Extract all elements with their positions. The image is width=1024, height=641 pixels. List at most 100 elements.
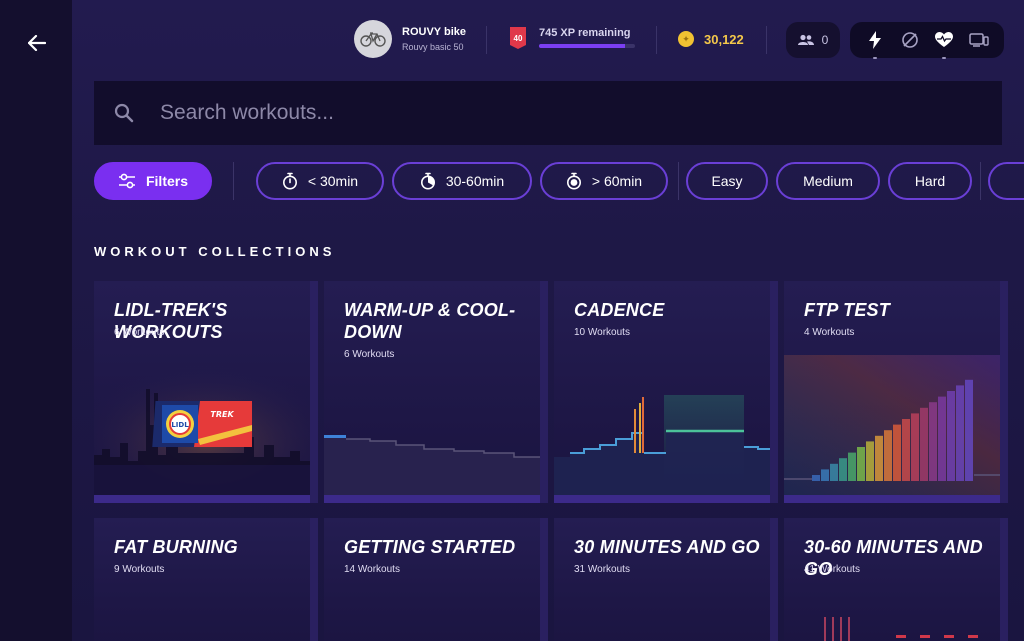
collection-card-ftp-test[interactable]: FTP TEST 4 Workouts — [784, 281, 1008, 503]
collection-card-cadence[interactable]: CADENCE 10 Workouts — [554, 281, 778, 503]
ramp-bar — [866, 441, 874, 481]
ftp-ramp-art — [784, 355, 1008, 495]
workout-profile-art — [554, 395, 772, 495]
divider — [233, 162, 234, 200]
stopwatch-icon — [566, 172, 581, 190]
filters-label: Filters — [145, 173, 188, 189]
ramp-bar — [920, 407, 928, 481]
collection-count: 6 Workouts — [344, 349, 395, 360]
collection-title: 30 MINUTES AND GO — [574, 537, 760, 557]
filter-label: < 30min — [307, 173, 359, 189]
city-skyline-art: LIDL TREK — [94, 365, 318, 495]
top-bar: ROUVY bike Rouvy basic 50 40 745 XP rema… — [72, 20, 1024, 60]
ramp-bar — [956, 385, 964, 481]
collection-card-fat-burning[interactable]: FAT BURNING 9 Workouts — [94, 518, 318, 641]
sidebar — [0, 0, 72, 641]
bike-icon — [360, 32, 386, 47]
cadence-icon — [901, 32, 918, 48]
xp-remaining: 745 XP remaining — [539, 27, 631, 39]
sliders-icon — [118, 173, 135, 189]
coins-balance[interactable]: ✦ 30,122 — [678, 31, 744, 47]
trainer-icon — [969, 33, 989, 47]
sensor-power[interactable] — [864, 29, 886, 59]
ramp-bar — [965, 379, 973, 481]
friends-count: 0 — [821, 33, 829, 47]
collection-card-lidl-trek[interactable]: LIDL-TREK'S WORKOUTS 6 Workouts LIDL TRE… — [94, 281, 318, 503]
avatar — [354, 20, 392, 58]
filter-hard[interactable]: Hard — [888, 162, 972, 200]
level-progress[interactable]: 40 745 XP remaining — [510, 27, 635, 49]
collection-count: 6 Workouts — [114, 327, 165, 338]
ramp-bar — [902, 419, 910, 481]
ramp-bar — [875, 435, 883, 481]
ramp-bar — [947, 391, 955, 481]
stopwatch-icon — [420, 172, 435, 190]
ramp-bar — [812, 475, 820, 481]
collection-title: WARM-UP & COOL-DOWN — [344, 300, 516, 342]
filter-label: 30-60min — [445, 173, 505, 189]
filter-label: Hard — [914, 173, 946, 189]
collection-count: 31 Workouts — [574, 564, 630, 575]
divider — [766, 26, 767, 54]
filter-over-60min[interactable]: > 60min — [540, 162, 668, 200]
ramp-bar — [911, 413, 919, 481]
stopwatch-icon — [282, 172, 297, 190]
collection-card-warm-up[interactable]: WARM-UP & COOL-DOWN 6 Workouts — [324, 281, 548, 503]
collection-count: 4 Workouts — [804, 327, 855, 338]
collection-title: FAT BURNING — [114, 537, 238, 557]
collection-title: CADENCE — [574, 300, 665, 320]
filter-more[interactable] — [988, 162, 1024, 200]
filter-30-60min[interactable]: 30-60min — [392, 162, 532, 200]
xp-progress-bar — [539, 44, 635, 48]
collection-card-getting-started[interactable]: GETTING STARTED 14 Workouts — [324, 518, 548, 641]
section-title: WORKOUT COLLECTIONS — [94, 244, 336, 259]
search-input[interactable] — [160, 101, 940, 125]
filter-label: Easy — [711, 173, 743, 189]
divider — [656, 26, 657, 54]
filter-label: Medium — [803, 173, 853, 189]
users-icon — [797, 34, 814, 45]
collection-card-30-minutes[interactable]: 30 MINUTES AND GO 31 Workouts — [554, 518, 778, 641]
ramp-bar — [938, 396, 946, 481]
sensor-heart-rate[interactable] — [933, 29, 955, 59]
search-bar — [94, 81, 1002, 145]
collection-card-30-60-minutes[interactable]: 30-60 MINUTES AND GO 41 Workouts — [784, 518, 1008, 641]
level-badge: 40 — [510, 27, 526, 49]
filter-under-30min[interactable]: < 30min — [256, 162, 384, 200]
filter-medium[interactable]: Medium — [776, 162, 880, 200]
coin-amount: 30,122 — [704, 31, 744, 47]
divider — [678, 162, 679, 200]
workout-profile-art — [324, 435, 542, 495]
lidl-trek-logo: LIDL TREK — [152, 401, 252, 447]
ramp-bar — [893, 424, 901, 481]
divider — [486, 26, 487, 54]
svg-text:TREK: TREK — [210, 410, 234, 419]
divider — [980, 162, 981, 200]
ramp-bar — [884, 430, 892, 481]
collection-count: 41 Workouts — [804, 564, 860, 575]
ramp-bar — [848, 452, 856, 481]
ramp-bar — [830, 463, 838, 481]
ramp-bar — [839, 458, 847, 481]
collection-count: 14 Workouts — [344, 564, 400, 575]
back-button[interactable] — [24, 30, 50, 56]
filter-bar: Filters < 30min 30-60min > 60min Easy Me… — [94, 162, 1024, 200]
profile-button[interactable]: ROUVY bike Rouvy basic 50 — [354, 20, 466, 58]
xp-progress-fill — [539, 44, 626, 48]
profile-name: ROUVY bike — [402, 26, 466, 38]
friends-button[interactable]: 0 — [786, 22, 840, 58]
sensor-trainer[interactable] — [968, 29, 990, 51]
power-icon — [869, 31, 882, 49]
search-icon — [114, 103, 134, 123]
sensor-panel — [850, 22, 1004, 59]
collection-count: 9 Workouts — [114, 564, 165, 575]
workout-profile-art — [824, 617, 978, 641]
filters-button[interactable]: Filters — [94, 162, 212, 200]
profile-subtitle: Rouvy basic 50 — [402, 42, 464, 52]
filter-easy[interactable]: Easy — [686, 162, 768, 200]
heart-rate-icon — [935, 32, 954, 47]
sensor-cadence[interactable] — [899, 29, 921, 51]
collection-title: FTP TEST — [804, 300, 890, 320]
ramp-bar — [929, 402, 937, 481]
filter-label: > 60min — [591, 173, 643, 189]
